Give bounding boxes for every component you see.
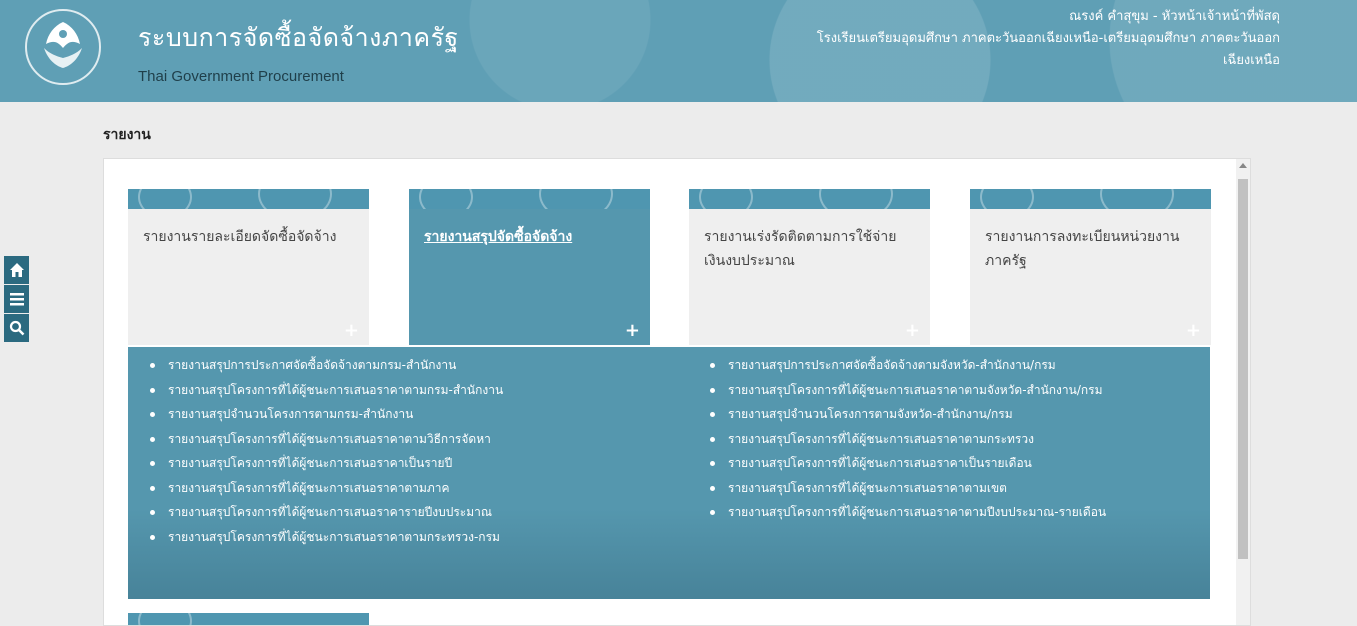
submenu-item[interactable]: รายงานสรุปโครงการที่ได้ผู้ชนะการเสนอราคา…: [148, 525, 503, 550]
card-band: [689, 189, 930, 209]
expand-icon[interactable]: +: [1186, 320, 1201, 341]
submenu-item[interactable]: รายงานสรุปโครงการที่ได้ผู้ชนะการเสนอราคา…: [148, 451, 503, 476]
garuda-logo-icon: [25, 9, 101, 85]
submenu-item[interactable]: รายงานสรุปโครงการที่ได้ผู้ชนะการเสนอราคา…: [148, 476, 503, 501]
user-name[interactable]: ณรงค์ คำสุขุม - หัวหน้าเจ้าหน้าที่พัสดุ: [720, 6, 1280, 28]
organization-name: โรงเรียนเตรียมอุดมศึกษา ภาคตะวันออกเฉียง…: [816, 31, 1280, 46]
expand-icon[interactable]: +: [625, 320, 640, 341]
card-label: รายงานการลงทะเบียนหน่วยงานภาครัฐ: [985, 229, 1180, 269]
submenu-item[interactable]: รายงานสรุปโครงการที่ได้ผู้ชนะการเสนอราคา…: [708, 451, 1106, 476]
side-toolbar: [4, 256, 29, 343]
site-subtitle: Thai Government Procurement: [138, 68, 344, 85]
submenu-item[interactable]: รายงานสรุปโครงการที่ได้ผู้ชนะการเสนอราคา…: [148, 427, 503, 452]
expand-icon[interactable]: +: [344, 320, 359, 341]
card-label: รายงานเร่งรัดติดตามการใช้จ่ายเงินงบประมา…: [704, 229, 897, 269]
card-label: รายงานรายละเอียดจัดซื้อจัดจ้าง: [143, 229, 337, 245]
home-button[interactable]: [4, 256, 29, 284]
submenu-item[interactable]: รายงานสรุปโครงการที่ได้ผู้ชนะการเสนอราคา…: [708, 378, 1106, 403]
scroll-up-icon[interactable]: [1239, 163, 1247, 168]
submenu-item[interactable]: รายงานสรุปโครงการที่ได้ผู้ชนะการเสนอราคา…: [148, 500, 503, 525]
user-info: ณรงค์ คำสุขุม - หัวหน้าเจ้าหน้าที่พัสดุ …: [720, 2, 1280, 72]
card-budget-tracking-report[interactable]: รายงานเร่งรัดติดตามการใช้จ่ายเงินงบประมา…: [689, 189, 930, 345]
panel-scrollbar[interactable]: [1236, 159, 1250, 625]
card-band: [409, 189, 650, 209]
card-band: [970, 189, 1211, 209]
organization-name-cont: เฉียงเหนือ: [1223, 53, 1280, 68]
search-icon: [9, 320, 24, 336]
site-title: ระบบการจัดซื้อจัดจ้างภาครัฐ: [138, 23, 459, 52]
card-band: [128, 189, 369, 209]
card-procurement-detail-report[interactable]: รายงานรายละเอียดจัดซื้อจัดจ้าง +: [128, 189, 369, 345]
summary-report-submenu: รายงานสรุปการประกาศจัดซื้อจัดจ้างตามกรม-…: [128, 347, 1210, 599]
home-icon: [9, 263, 24, 277]
date-line: [720, 0, 1280, 6]
card-next-row[interactable]: [128, 613, 369, 625]
submenu-column-left: รายงานสรุปการประกาศจัดซื้อจัดจ้างตามกรม-…: [148, 353, 503, 549]
submenu-item[interactable]: รายงานสรุปการประกาศจัดซื้อจัดจ้างตามจังห…: [708, 353, 1106, 378]
submenu-item[interactable]: รายงานสรุปโครงการที่ได้ผู้ชนะการเสนอราคา…: [708, 427, 1106, 452]
expand-icon[interactable]: +: [905, 320, 920, 341]
menu-button[interactable]: [4, 285, 29, 313]
submenu-item[interactable]: รายงานสรุปจำนวนโครงการตามกรม-สำนักงาน: [148, 402, 503, 427]
site-header: ระบบการจัดซื้อจัดจ้างภาครัฐ Thai Governm…: [0, 0, 1357, 102]
submenu-item[interactable]: รายงานสรุปโครงการที่ได้ผู้ชนะการเสนอราคา…: [708, 500, 1106, 525]
card-agency-registration-report[interactable]: รายงานการลงทะเบียนหน่วยงานภาครัฐ +: [970, 189, 1211, 345]
submenu-item[interactable]: รายงานสรุปโครงการที่ได้ผู้ชนะการเสนอราคา…: [148, 378, 503, 403]
report-panel: รายงานรายละเอียดจัดซื้อจัดจ้าง + รายงานส…: [103, 158, 1251, 626]
submenu-column-right: รายงานสรุปการประกาศจัดซื้อจัดจ้างตามจังห…: [708, 353, 1106, 525]
search-button[interactable]: [4, 314, 29, 342]
submenu-item[interactable]: รายงานสรุปจำนวนโครงการตามจังหวัด-สำนักงา…: [708, 402, 1106, 427]
page-title: รายงาน: [103, 127, 151, 143]
card-procurement-summary-report[interactable]: รายงานสรุปจัดซื้อจัดจ้าง +: [409, 189, 650, 345]
submenu-item[interactable]: รายงานสรุปการประกาศจัดซื้อจัดจ้างตามกรม-…: [148, 353, 503, 378]
card-label[interactable]: รายงานสรุปจัดซื้อจัดจ้าง: [424, 225, 636, 249]
menu-icon: [9, 293, 24, 306]
scrollbar-thumb[interactable]: [1238, 179, 1248, 559]
submenu-item[interactable]: รายงานสรุปโครงการที่ได้ผู้ชนะการเสนอราคา…: [708, 476, 1106, 501]
